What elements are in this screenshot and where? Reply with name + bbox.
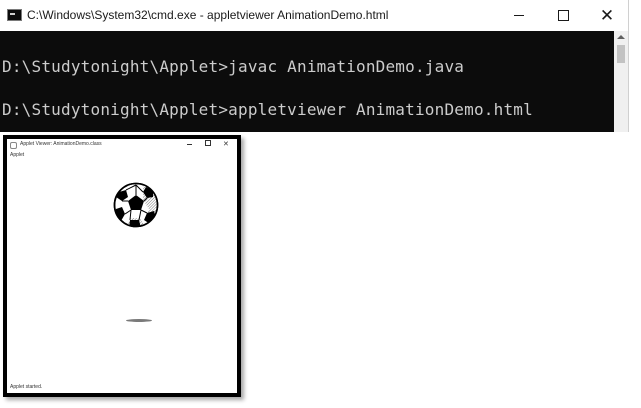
scroll-up-icon[interactable] <box>617 35 625 39</box>
maximize-button[interactable] <box>540 0 586 31</box>
applet-titlebar[interactable]: Applet Viewer: AnimationDemo.class ✕ <box>7 139 237 153</box>
maximize-icon <box>205 140 211 146</box>
minimize-button[interactable] <box>496 0 542 31</box>
close-button[interactable]: ✕ <box>584 0 630 31</box>
applet-menu[interactable]: Applet <box>10 152 24 158</box>
applet-app-icon <box>10 142 17 149</box>
minimize-icon <box>187 143 192 145</box>
applet-status-bar: Applet started. <box>10 384 43 390</box>
soccer-ball-icon <box>113 182 159 228</box>
applet-maximize-button[interactable] <box>205 140 211 150</box>
applet-viewer-window: Applet Viewer: AnimationDemo.class ✕ App… <box>7 139 237 393</box>
close-icon: ✕ <box>599 6 615 25</box>
applet-close-button[interactable]: ✕ <box>223 140 229 150</box>
minimize-icon <box>514 15 524 16</box>
ball-shadow <box>126 319 152 322</box>
applet-canvas <box>7 159 237 381</box>
cmd-window: C:\Windows\System32\cmd.exe - appletview… <box>0 0 629 132</box>
cmd-scrollbar[interactable] <box>614 31 628 132</box>
cmd-titlebar[interactable]: C:\Windows\System32\cmd.exe - appletview… <box>0 0 628 31</box>
applet-window-title: Applet Viewer: AnimationDemo.class <box>20 141 102 147</box>
close-icon: ✕ <box>223 141 229 148</box>
applet-frame: Applet Viewer: AnimationDemo.class ✕ App… <box>3 135 241 397</box>
cmd-console[interactable]: D:\Studytonight\Applet>javac AnimationDe… <box>0 31 614 132</box>
maximize-icon <box>557 10 569 21</box>
cmd-window-title: C:\Windows\System32\cmd.exe - appletview… <box>27 8 389 22</box>
scroll-thumb[interactable] <box>617 45 625 63</box>
console-line: D:\Studytonight\Applet>javac AnimationDe… <box>2 57 465 76</box>
console-line: D:\Studytonight\Applet>appletviewer Anim… <box>2 100 533 119</box>
cmd-icon <box>7 9 22 21</box>
applet-minimize-button[interactable] <box>187 140 192 150</box>
